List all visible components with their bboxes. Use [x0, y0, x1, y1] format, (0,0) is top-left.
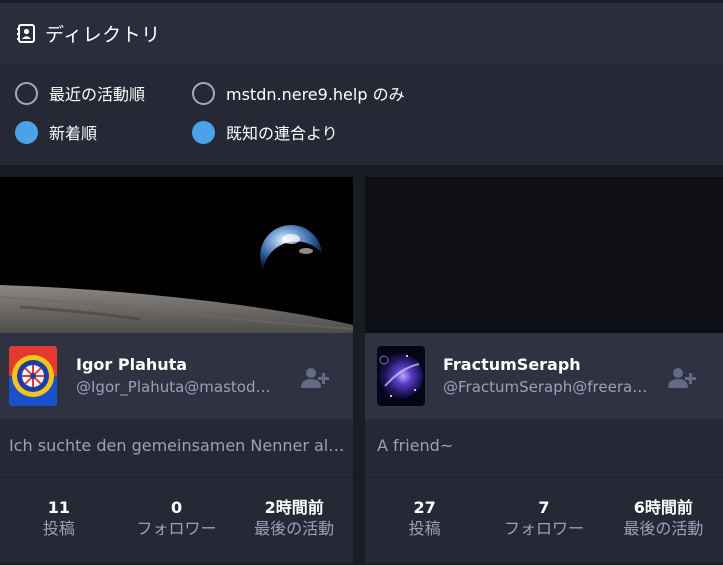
profile-banner [0, 177, 353, 333]
account-bio: A friend~ [365, 419, 723, 477]
stat-value: 11 [47, 498, 70, 517]
account-stats: 27 投稿 7 フォロワー 6時間前 最後の活動 [365, 477, 723, 563]
display-name[interactable]: Igor Plahuta [76, 355, 187, 374]
account-bio: Ich suchte den gemeinsamen Nenner all… [0, 419, 353, 477]
radio-label: 既知の連合より [226, 124, 338, 143]
account-card[interactable]: Igor Plahuta @Igor_Plahuta@mastod… Ich s… [0, 177, 353, 563]
stat-value: 0 [170, 498, 183, 517]
account-handle[interactable]: @Igor_Plahuta@mastod… [76, 378, 308, 396]
radio-indicator-checked[interactable] [15, 120, 38, 144]
directory-header: ディレクトリ [0, 3, 723, 63]
radio-newest[interactable]: 新着順 [15, 120, 97, 144]
avatar[interactable] [9, 346, 57, 406]
stat-posts: 11 投稿 [0, 478, 118, 563]
radio-label: 新着順 [49, 124, 98, 143]
stat-label: 投稿 [408, 519, 441, 538]
account-identity[interactable]: FractumSeraph @FractumSeraph@freera… [365, 333, 723, 419]
display-name[interactable]: FractumSeraph [443, 355, 581, 374]
stat-label: 投稿 [42, 519, 75, 538]
profile-banner [365, 177, 723, 333]
stat-label: 最後の活動 [623, 519, 704, 538]
radio-label: 最近の活動順 [49, 85, 146, 104]
account-handle[interactable]: @FractumSeraph@freera… [443, 378, 673, 396]
stat-value: 7 [538, 498, 550, 517]
radio-indicator[interactable] [15, 81, 38, 105]
follow-user-icon[interactable] [668, 367, 696, 389]
stat-last-active: 6時間前 最後の活動 [604, 478, 723, 563]
radio-recent-activity[interactable]: 最近の活動順 [15, 81, 145, 105]
radio-local-only[interactable]: mstdn.nere9.help のみ [192, 81, 405, 105]
stat-value: 2時間前 [264, 498, 324, 517]
follow-user-icon[interactable] [301, 367, 329, 389]
stat-value: 6時間前 [633, 498, 693, 517]
radio-federated[interactable]: 既知の連合より [192, 120, 338, 144]
radio-label: mstdn.nere9.help のみ [226, 85, 405, 104]
directory-filters: 最近の活動順 mstdn.nere9.help のみ 新着順 既知の連合より [0, 63, 723, 165]
stat-last-active: 2時間前 最後の活動 [235, 478, 353, 563]
radio-indicator[interactable] [192, 81, 215, 105]
account-stats: 11 投稿 0 フォロワー 2時間前 最後の活動 [0, 477, 353, 563]
stat-label: 最後の活動 [254, 519, 335, 538]
account-identity[interactable]: Igor Plahuta @Igor_Plahuta@mastod… [0, 333, 353, 419]
stat-followers: 7 フォロワー [484, 478, 603, 563]
radio-indicator-checked[interactable] [192, 120, 215, 144]
stat-posts: 27 投稿 [365, 478, 484, 563]
stat-followers: 0 フォロワー [118, 478, 236, 563]
stat-label: フォロワー [136, 519, 217, 538]
avatar[interactable] [377, 346, 425, 406]
account-card[interactable]: FractumSeraph @FractumSeraph@freera… A f… [365, 177, 723, 563]
address-book-icon [17, 23, 36, 43]
stat-label: フォロワー [503, 519, 584, 538]
page-title: ディレクトリ [45, 23, 161, 46]
stat-value: 27 [413, 498, 436, 517]
